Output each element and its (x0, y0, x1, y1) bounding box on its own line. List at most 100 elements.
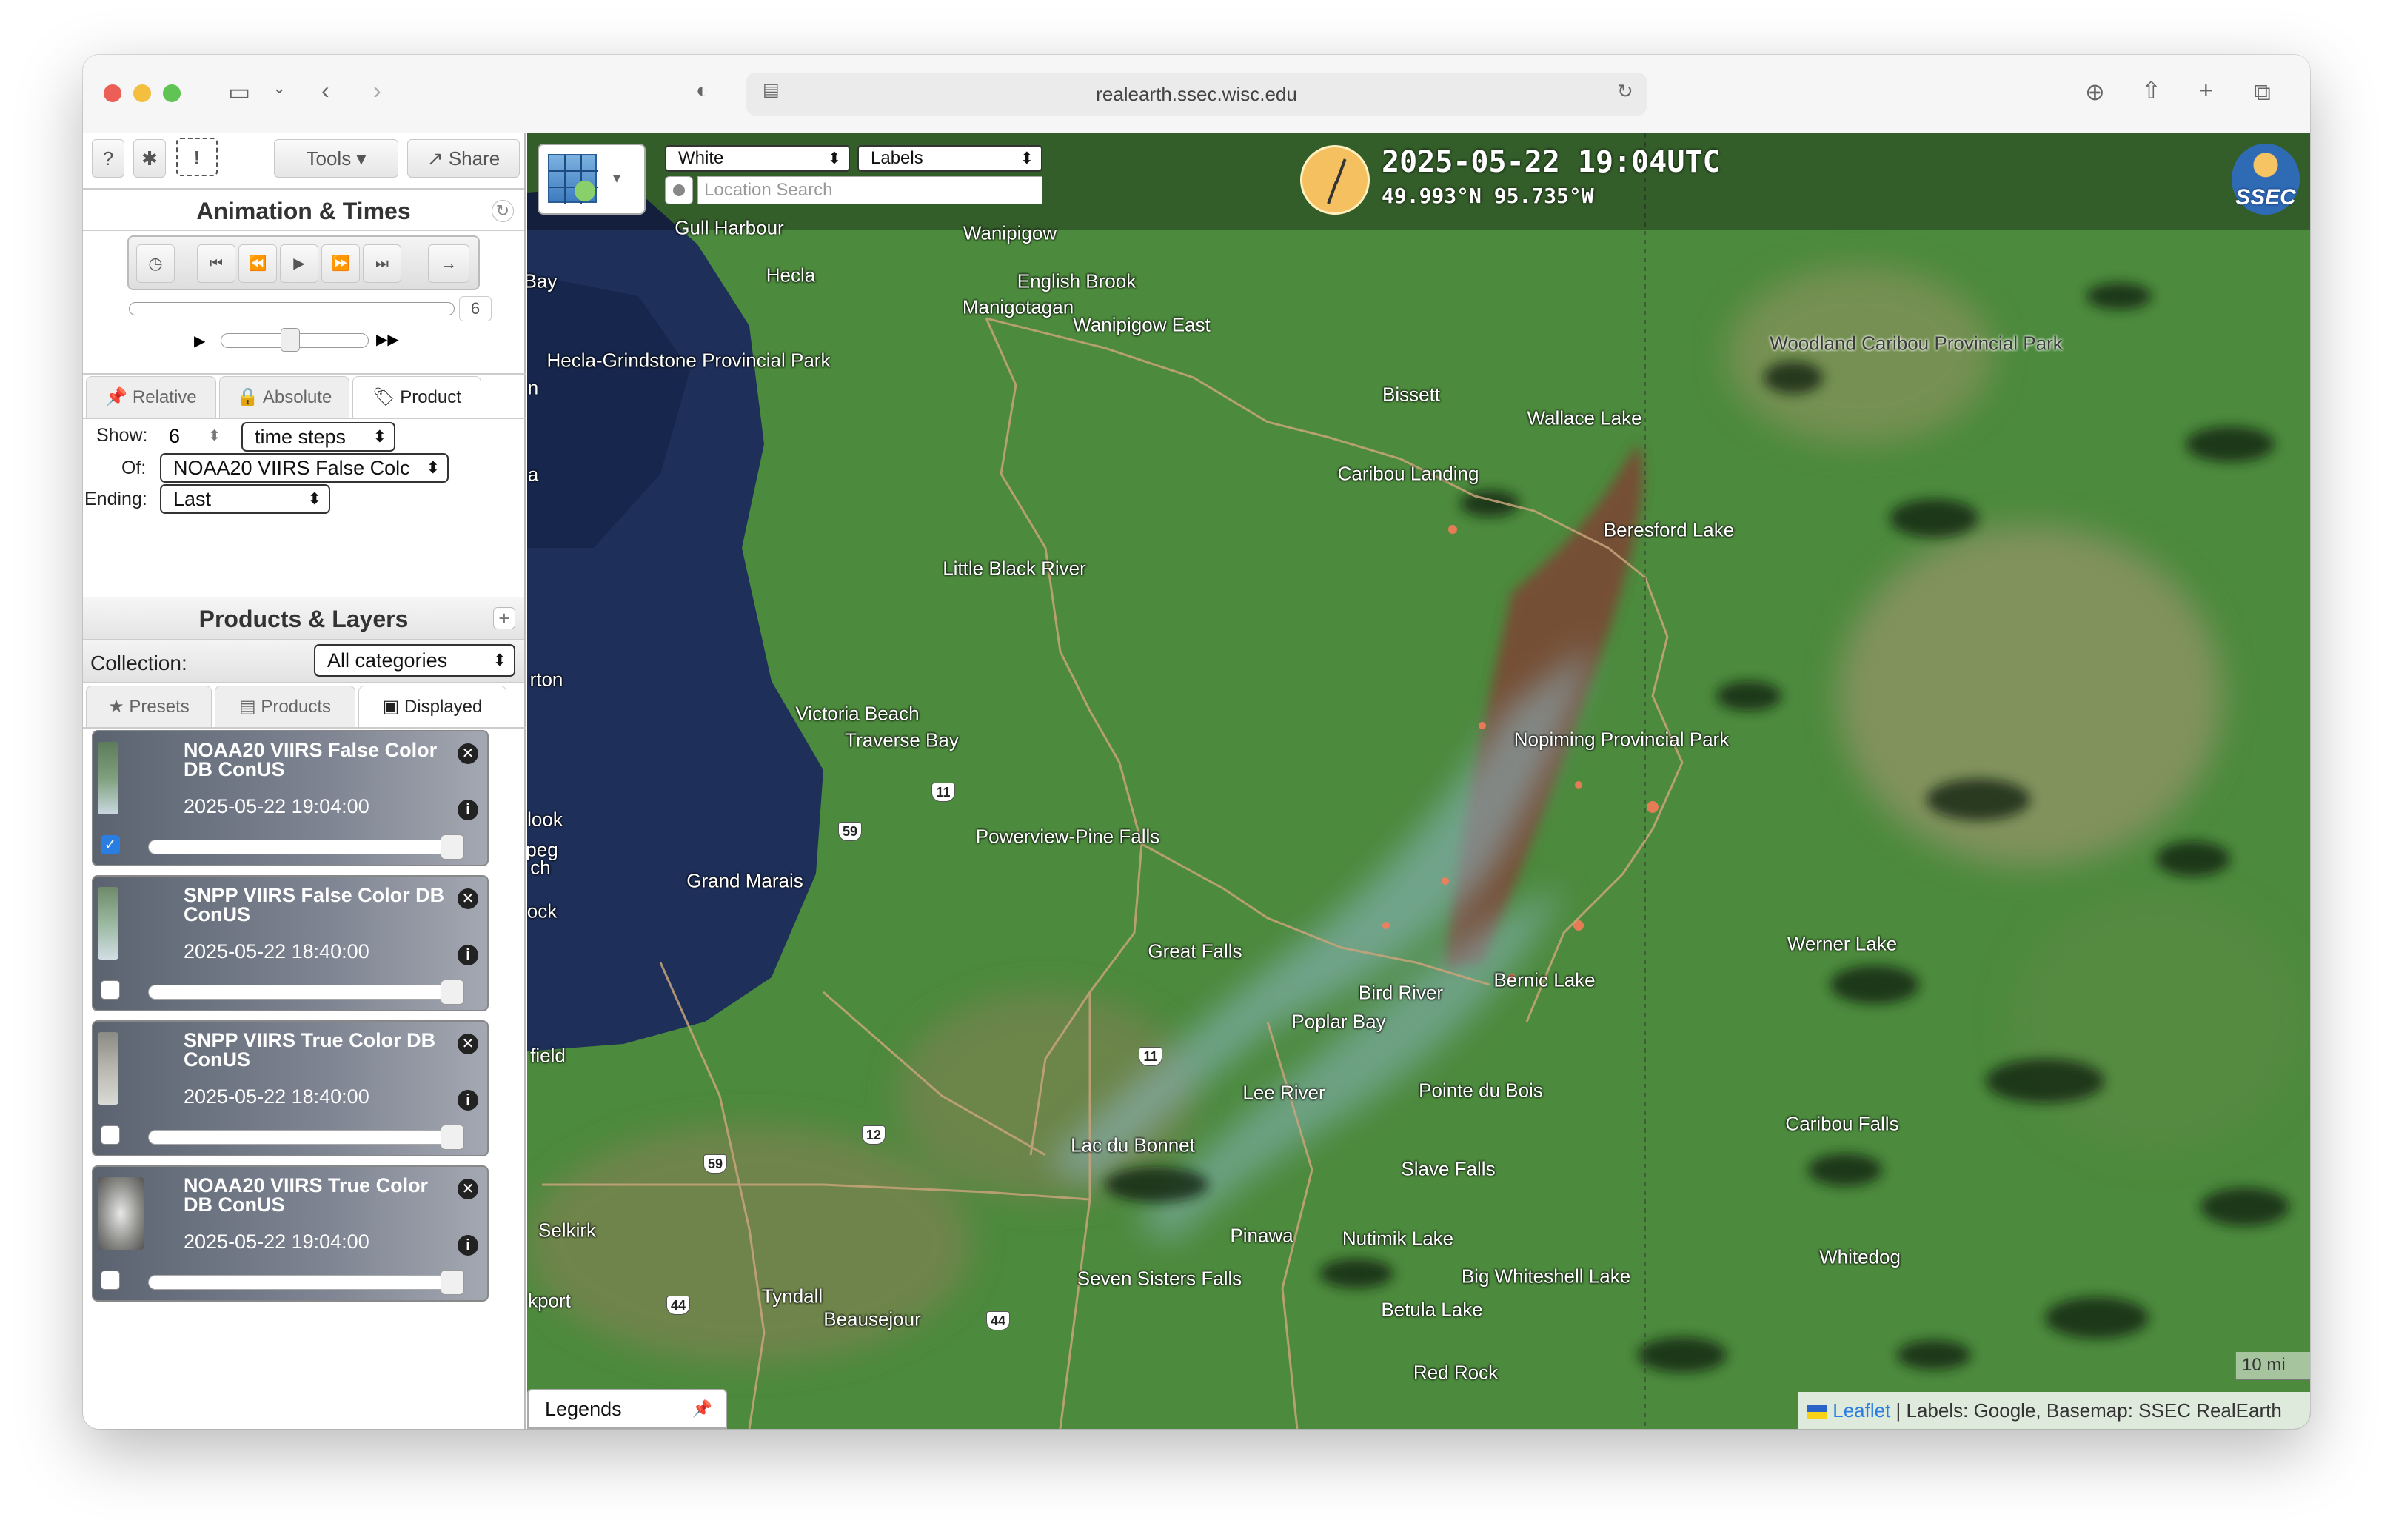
zoom-window-button[interactable] (163, 84, 181, 102)
legends-tab[interactable]: Legends 📌 (527, 1389, 727, 1429)
close-icon[interactable]: ✕ (458, 743, 478, 764)
place-label: Bay (527, 270, 558, 292)
tab-displayed-label: Displayed (404, 697, 483, 717)
steps-select[interactable]: time steps (241, 422, 395, 452)
clock-icon[interactable]: ◷ (136, 244, 175, 283)
collection-select[interactable]: All categories (314, 644, 515, 677)
opacity-slider[interactable] (148, 1270, 464, 1295)
tools-button[interactable]: Tools ▾ (274, 139, 398, 178)
tab-overview-icon[interactable]: ⧉ (2254, 80, 2271, 104)
tab-relative[interactable]: 📌 Relative (86, 376, 216, 418)
layer-card[interactable]: NOAA20 VIIRS False Color DB ConUS 2025-0… (92, 730, 489, 866)
opacity-slider[interactable] (148, 980, 464, 1005)
basemap-select[interactable]: White (665, 145, 850, 172)
sidebar-toggle-icon[interactable]: ▭ (228, 80, 250, 104)
reload-icon[interactable]: ↻ (1617, 81, 1633, 101)
speed-slider-knob[interactable] (281, 328, 300, 352)
privacy-icon[interactable]: ◐ (696, 80, 709, 101)
tab-presets-label: Presets (129, 697, 190, 717)
place-label: Traverse Bay (845, 729, 959, 751)
slider-knob[interactable] (441, 834, 464, 860)
step-forward-button[interactable]: ⏩ (321, 244, 360, 283)
frame-slider[interactable] (129, 302, 455, 315)
opacity-slider[interactable] (148, 1125, 464, 1150)
ending-select[interactable]: Last (160, 484, 330, 514)
settings-button[interactable]: ✱ (133, 139, 166, 178)
labels-select[interactable]: Labels (857, 145, 1042, 172)
products-header: Products & Layers (83, 597, 524, 640)
tab-product[interactable]: 🏷 Product (352, 376, 481, 418)
basemap-picker[interactable]: ▾ (538, 144, 646, 215)
show-stepper[interactable]: 6 ⬍ (160, 422, 225, 452)
layer-checkbox[interactable] (101, 1270, 120, 1290)
slider-knob[interactable] (441, 1270, 464, 1295)
leaflet-link[interactable]: Leaflet (1833, 1399, 1890, 1422)
slider-knob[interactable] (441, 980, 464, 1005)
layer-card[interactable]: NOAA20 VIIRS True Color DB ConUS 2025-05… (92, 1165, 489, 1302)
play-button[interactable]: ▶ (280, 244, 318, 283)
info-icon[interactable]: i (458, 800, 478, 820)
speed-slider[interactable] (221, 328, 369, 352)
layer-card[interactable]: SNPP VIIRS True Color DB ConUS 2025-05-2… (92, 1020, 489, 1156)
route-shield: 59 (703, 1154, 727, 1174)
place-label: Victoria Beach (795, 702, 920, 725)
new-tab-icon[interactable]: + (2199, 78, 2213, 102)
help-button[interactable]: ? (92, 139, 124, 178)
time-clock-icon (1300, 145, 1370, 215)
layer-card[interactable]: SNPP VIIRS False Color DB ConUS 2025-05-… (92, 875, 489, 1011)
layer-checkbox[interactable] (101, 1125, 120, 1145)
page-menu-icon[interactable]: ▤ (763, 81, 780, 99)
chevron-down-icon: ▾ (613, 170, 621, 187)
place-label: Betula Lake (1381, 1298, 1483, 1321)
close-icon[interactable]: ✕ (458, 1034, 478, 1054)
tab-products[interactable]: ▤ Products (215, 686, 355, 727)
opacity-slider[interactable] (148, 834, 464, 860)
tab-presets[interactable]: ★ Presets (86, 686, 212, 727)
ukraine-flag-icon (1807, 1405, 1827, 1419)
download-icon[interactable]: ⊕ (2085, 80, 2105, 104)
route-shield: 11 (931, 783, 955, 802)
slider-knob[interactable] (441, 1125, 464, 1150)
frame-count: 6 (459, 296, 492, 321)
minimize-window-button[interactable] (133, 84, 151, 102)
map[interactable]: ▾ White Labels Location Search 2025-05-2… (527, 133, 2310, 1429)
close-window-button[interactable] (104, 84, 121, 102)
play-small-icon[interactable]: ▶ (194, 332, 205, 350)
fast-forward-icon[interactable]: ▶▶ (376, 330, 399, 349)
step-back-button[interactable]: ⏪ (238, 244, 277, 283)
back-icon[interactable]: ‹ (321, 78, 329, 102)
tab-absolute-label: Absolute (262, 387, 332, 407)
info-icon[interactable]: i (458, 1090, 478, 1111)
info-icon[interactable]: i (458, 1235, 478, 1256)
first-frame-button[interactable]: ⏮ (197, 244, 235, 283)
location-button[interactable] (665, 176, 693, 204)
ssec-logo[interactable]: SSEC (2232, 144, 2300, 215)
jump-latest-button[interactable]: → (428, 244, 469, 283)
last-frame-button[interactable]: ⏭ (363, 244, 401, 283)
location-search-placeholder: Location Search (704, 180, 833, 200)
place-label: Whitedog (1819, 1245, 1901, 1268)
alert-button[interactable]: ! (176, 138, 218, 176)
refresh-icon[interactable]: ↻ (492, 200, 514, 222)
place-label: n (527, 376, 539, 399)
tab-absolute[interactable]: 🔒 Absolute (219, 376, 349, 418)
share-button[interactable]: ↗ Share (407, 139, 520, 178)
add-product-button[interactable]: + (493, 607, 515, 629)
route-shield: 44 (666, 1296, 690, 1315)
chevron-down-icon[interactable]: ⌄ (272, 80, 286, 96)
layer-checkbox[interactable] (101, 980, 120, 1000)
location-search-input[interactable]: Location Search (697, 176, 1042, 204)
layer-checkbox[interactable]: ✓ (101, 835, 120, 854)
url-bar[interactable]: realearth.ssec.wisc.edu (746, 73, 1647, 116)
info-icon[interactable]: i (458, 945, 478, 965)
close-icon[interactable]: ✕ (458, 888, 478, 909)
forward-icon[interactable]: › (373, 78, 381, 102)
close-icon[interactable]: ✕ (458, 1179, 478, 1199)
layer-time: 2025-05-22 19:04:00 (184, 1231, 369, 1253)
product-select[interactable]: NOAA20 VIIRS False Colc (160, 453, 449, 483)
share-icon[interactable]: ⇧ (2141, 78, 2161, 102)
pin-icon[interactable]: 📌 (692, 1390, 712, 1427)
place-label: Bernic Lake (1493, 968, 1596, 991)
stepper-arrows-icon[interactable]: ⬍ (208, 422, 221, 450)
tab-displayed[interactable]: ▣ Displayed (358, 686, 506, 727)
